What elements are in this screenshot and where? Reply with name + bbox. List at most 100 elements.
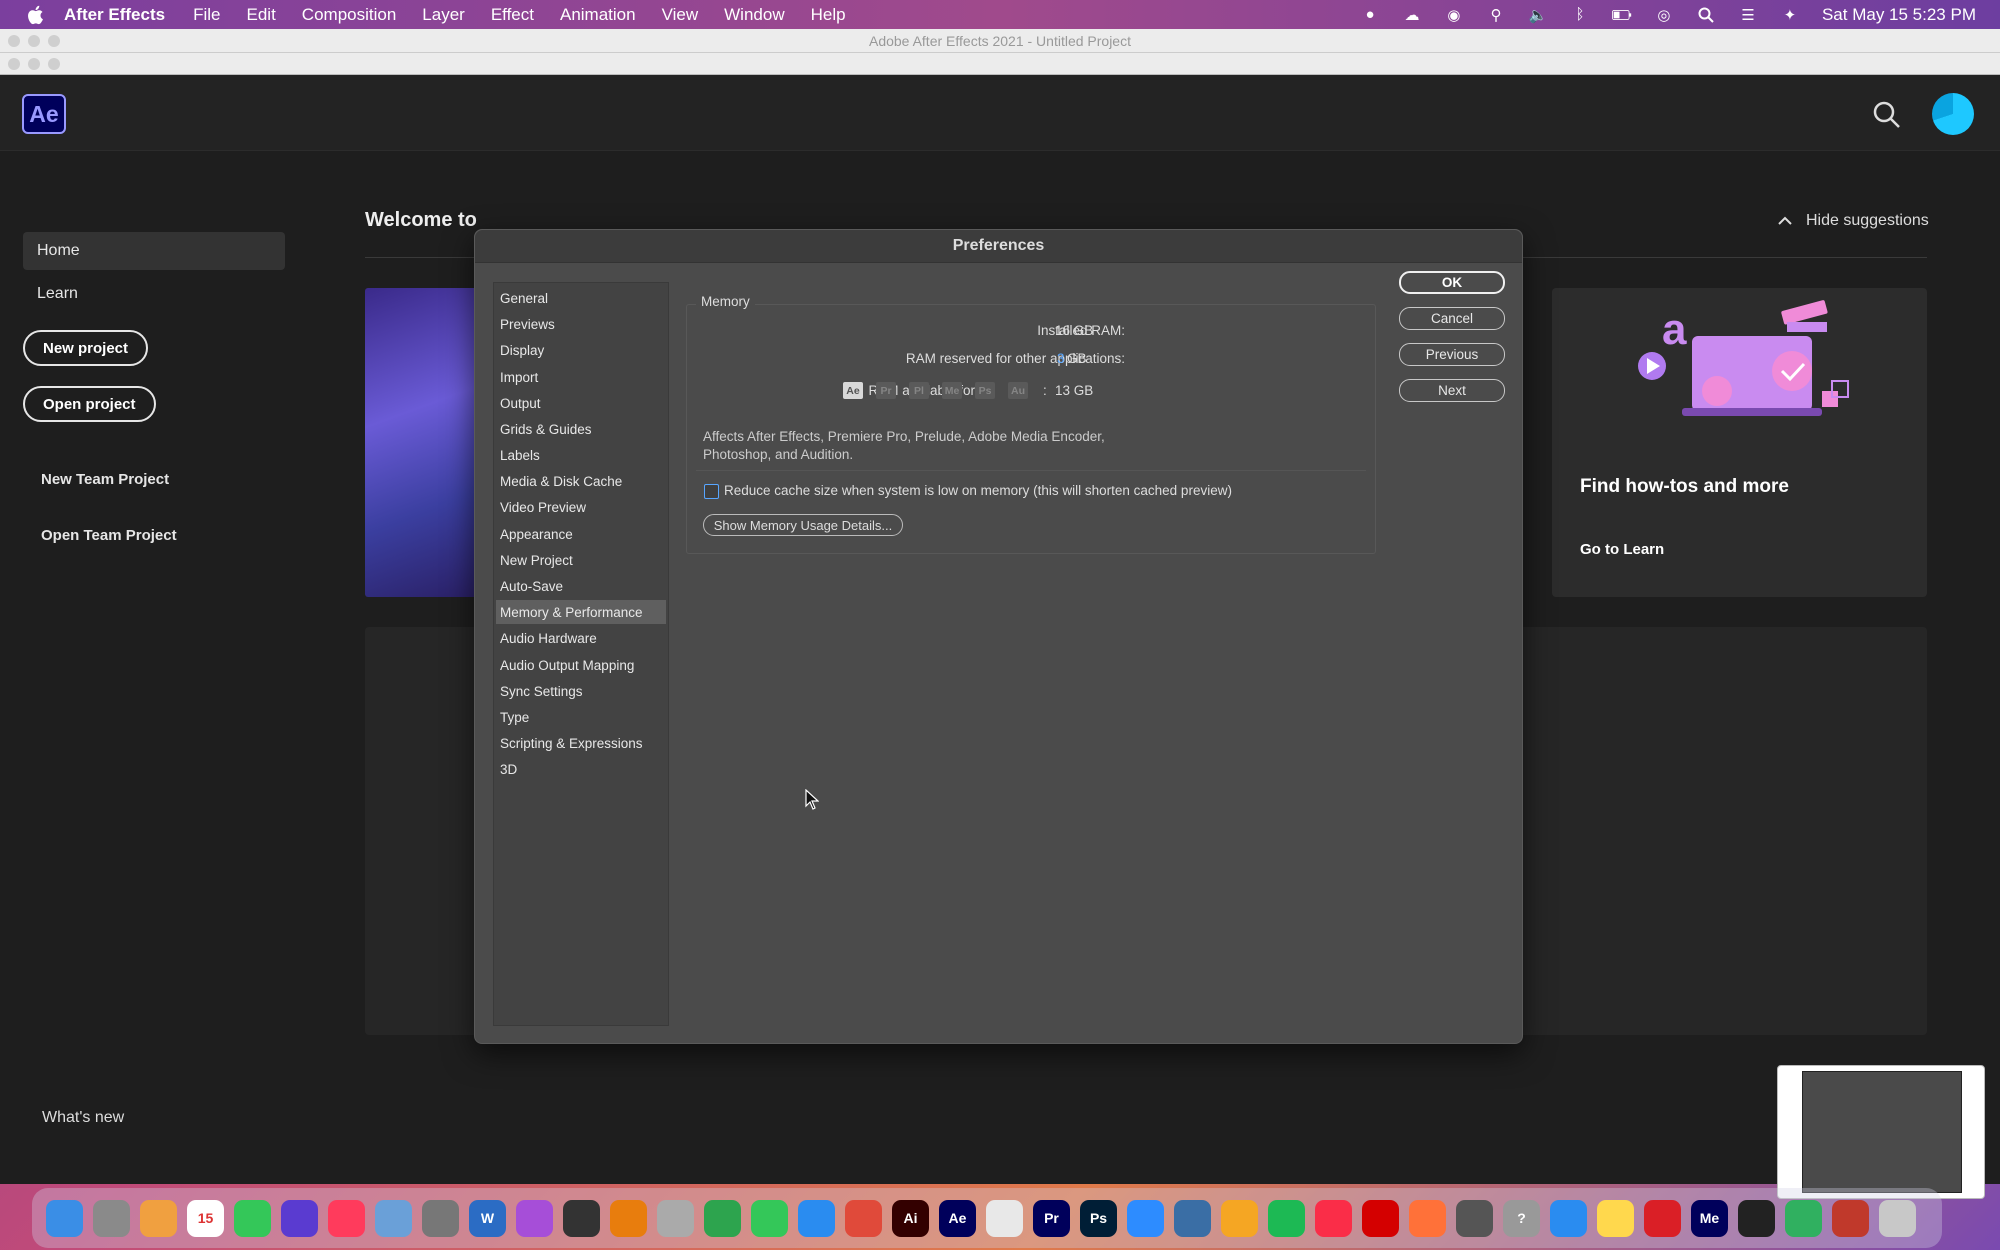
category-grids-guides[interactable]: Grids & Guides	[496, 417, 666, 441]
category-output[interactable]: Output	[496, 391, 666, 415]
chess-icon[interactable]	[1456, 1199, 1493, 1237]
go-to-learn-link[interactable]: Go to Learn	[1580, 541, 1664, 558]
messages-icon[interactable]	[234, 1199, 271, 1237]
screen-record-icon[interactable]: ◉	[1444, 6, 1464, 24]
media-encoder-icon[interactable]: Me	[1691, 1199, 1728, 1237]
numbers-icon[interactable]	[704, 1199, 741, 1237]
category-media-disk-cache[interactable]: Media & Disk Cache	[496, 469, 666, 493]
next-button[interactable]: Next	[1399, 379, 1505, 402]
open-team-project-link[interactable]: Open Team Project	[41, 527, 177, 544]
word-icon[interactable]: W	[469, 1199, 506, 1237]
creative-cloud-menu-icon[interactable]: ☁	[1402, 6, 1422, 24]
category-type[interactable]: Type	[496, 705, 666, 729]
menu-clock[interactable]: Sat May 15 5:23 PM	[1822, 5, 1976, 25]
menu-window[interactable]: Window	[724, 5, 784, 25]
safari-icon[interactable]	[798, 1199, 835, 1237]
category-labels[interactable]: Labels	[496, 443, 666, 467]
davinci-icon[interactable]	[845, 1199, 882, 1237]
ok-button[interactable]: OK	[1399, 271, 1505, 294]
minimize-window-icon[interactable]	[28, 34, 40, 47]
finder-icon[interactable]	[46, 1199, 83, 1237]
premiere-icon[interactable]: Pr	[1033, 1199, 1070, 1237]
chrome-icon[interactable]	[986, 1199, 1023, 1237]
close-window-icon[interactable]	[8, 34, 20, 47]
preview-icon[interactable]	[375, 1199, 412, 1237]
previous-button[interactable]: Previous	[1399, 343, 1505, 366]
apple-icon[interactable]	[24, 4, 46, 26]
category-scripting-expressions[interactable]: Scripting & Expressions	[496, 731, 666, 755]
illustrator-icon[interactable]: Ai	[892, 1199, 929, 1237]
calendar-icon[interactable]: 15	[187, 1199, 224, 1237]
category-sync-settings[interactable]: Sync Settings	[496, 679, 666, 703]
search-icon[interactable]	[1872, 100, 1902, 130]
firefox-icon[interactable]	[1409, 1199, 1446, 1237]
category-previews[interactable]: Previews	[496, 312, 666, 336]
show-memory-usage-button[interactable]: Show Memory Usage Details...	[703, 514, 903, 536]
inkscape-icon[interactable]	[563, 1199, 600, 1237]
pages-icon[interactable]	[1221, 1199, 1258, 1237]
menu-edit[interactable]: Edit	[247, 5, 276, 25]
photoshop-icon[interactable]: Ps	[1080, 1199, 1117, 1237]
creative-cloud-icon[interactable]	[1644, 1199, 1681, 1237]
launchpad-icon[interactable]	[93, 1199, 130, 1237]
siri-icon[interactable]	[281, 1199, 318, 1237]
category-general[interactable]: General	[496, 286, 666, 310]
volume-icon[interactable]: 🔈	[1528, 6, 1548, 24]
user-icon[interactable]: ◎	[1654, 6, 1674, 24]
sidebar-item-home[interactable]: Home	[23, 232, 285, 270]
notes-icon[interactable]	[1597, 1199, 1634, 1237]
blender-icon[interactable]	[610, 1199, 647, 1237]
category-audio-hardware[interactable]: Audio Hardware	[496, 626, 666, 650]
screenshot-thumbnail[interactable]	[1777, 1065, 1985, 1199]
system-preferences-icon[interactable]	[422, 1199, 459, 1237]
zoom-dialog-window-icon[interactable]	[48, 58, 60, 70]
category-video-preview[interactable]: Video Preview	[496, 495, 666, 519]
category-memory-performance[interactable]: Memory & Performance	[496, 600, 666, 624]
spotlight-icon[interactable]	[1696, 6, 1716, 24]
open-project-button[interactable]: Open project	[23, 386, 156, 422]
category-3d[interactable]: 3D	[496, 757, 666, 781]
music-icon[interactable]	[1315, 1199, 1352, 1237]
photos-icon[interactable]	[140, 1199, 177, 1237]
help-icon[interactable]: ?	[1503, 1199, 1540, 1237]
screen-sharing-icon[interactable]	[1785, 1199, 1822, 1237]
close-dialog-window-icon[interactable]	[8, 58, 20, 70]
menu-animation[interactable]: Animation	[560, 5, 636, 25]
menu-app-name[interactable]: After Effects	[64, 5, 165, 25]
control-center-icon[interactable]: ☰	[1738, 6, 1758, 24]
spotify-icon[interactable]	[1268, 1199, 1305, 1237]
bluetooth-icon[interactable]: ᛒ	[1570, 6, 1590, 24]
news-icon[interactable]	[328, 1199, 365, 1237]
new-project-button[interactable]: New project	[23, 330, 149, 366]
pdf-icon[interactable]	[1832, 1199, 1869, 1237]
menu-file[interactable]: File	[193, 5, 220, 25]
battery-icon[interactable]	[1611, 6, 1632, 24]
binoculars-icon[interactable]: ⚲	[1486, 6, 1506, 24]
acrobat-icon[interactable]	[1362, 1199, 1399, 1237]
whats-new-link[interactable]: What's new	[42, 1109, 124, 1127]
reserved-ram-field[interactable]: 3	[1057, 351, 1065, 366]
menu-help[interactable]: Help	[811, 5, 846, 25]
menu-composition[interactable]: Composition	[302, 5, 397, 25]
quicktime-icon[interactable]	[1174, 1199, 1211, 1237]
record-icon[interactable]: ●	[1360, 6, 1380, 24]
after-effects-icon[interactable]: Ae	[939, 1199, 976, 1237]
learn-card[interactable]: a Find how-tos and more Go to Learn	[1552, 288, 1927, 597]
trash-icon[interactable]	[1879, 1199, 1916, 1237]
sidebar-item-learn[interactable]: Learn	[23, 275, 285, 313]
category-import[interactable]: Import	[496, 365, 666, 389]
category-new-project[interactable]: New Project	[496, 548, 666, 572]
menu-layer[interactable]: Layer	[422, 5, 465, 25]
mail-icon[interactable]	[1550, 1199, 1587, 1237]
zoom-window-icon[interactable]	[48, 34, 60, 47]
facetime-icon[interactable]	[751, 1199, 788, 1237]
zoom-icon[interactable]	[1127, 1199, 1164, 1237]
reduce-cache-label[interactable]: Reduce cache size when system is low on …	[724, 483, 1232, 498]
category-display[interactable]: Display	[496, 338, 666, 362]
dvd-icon[interactable]	[657, 1199, 694, 1237]
menu-view[interactable]: View	[662, 5, 699, 25]
podcasts-icon[interactable]	[516, 1199, 553, 1237]
menu-effect[interactable]: Effect	[491, 5, 534, 25]
hide-suggestions-button[interactable]: Hide suggestions	[1778, 212, 1929, 230]
siri-menu-icon[interactable]: ✦	[1780, 6, 1800, 24]
